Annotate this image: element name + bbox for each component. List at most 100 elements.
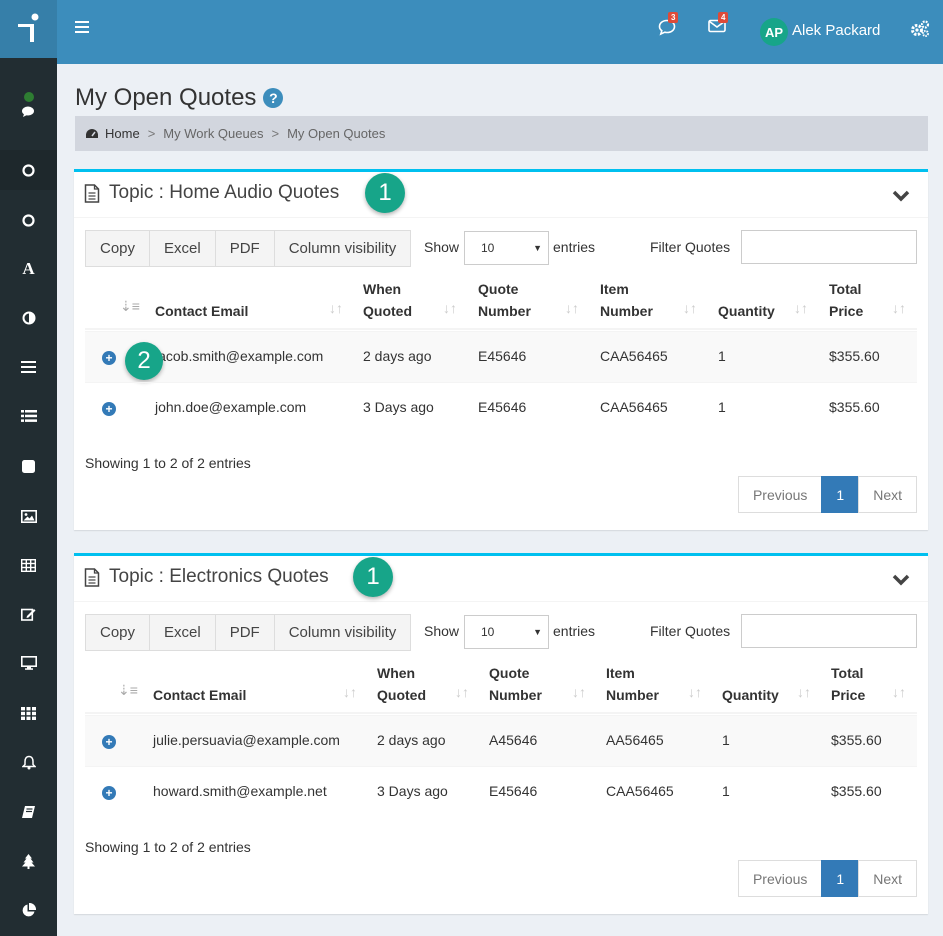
breadcrumb-work-queues-link[interactable]: My Work Queues: [163, 126, 263, 141]
sidebar-item-list[interactable]: [0, 404, 57, 428]
filter-quotes-input[interactable]: [741, 614, 917, 648]
user-name[interactable]: Alek Packard: [792, 22, 880, 39]
sidebar-item-reports[interactable]: [0, 898, 57, 922]
sidebar-item-contrast[interactable]: [0, 306, 57, 330]
mail-button[interactable]: 4: [708, 12, 729, 39]
col-label: Quote: [478, 281, 519, 297]
col-item-number[interactable]: Item Number: [606, 662, 659, 706]
excel-button[interactable]: Excel: [149, 230, 216, 267]
sidebar-item-circle[interactable]: [0, 208, 57, 232]
excel-button[interactable]: Excel: [149, 614, 216, 651]
sidebar-item-font[interactable]: A: [0, 257, 57, 281]
messages-button[interactable]: 3: [658, 12, 679, 39]
copy-button[interactable]: Copy: [85, 614, 151, 651]
sort-icon[interactable]: ↓↑: [443, 300, 457, 316]
help-icon[interactable]: ?: [263, 88, 284, 108]
pdf-button[interactable]: PDF: [214, 230, 275, 267]
chevron-down-icon[interactable]: [892, 574, 910, 586]
sort-icon[interactable]: ↓↑: [565, 300, 579, 316]
page-1-button[interactable]: 1: [821, 860, 860, 897]
sidebar-chat-status[interactable]: [0, 86, 57, 122]
sort-icon[interactable]: ↓↑: [329, 300, 343, 316]
breadcrumb-home-link[interactable]: Home: [105, 126, 140, 141]
col-quantity[interactable]: Quantity: [718, 300, 775, 322]
settings-button[interactable]: [910, 20, 930, 43]
page-1-button[interactable]: 1: [821, 476, 860, 513]
sort-icon[interactable]: ↓↑: [455, 684, 469, 700]
sort-icon[interactable]: ↓↑: [892, 300, 906, 316]
sort-icon[interactable]: ↓↑: [343, 684, 357, 700]
table-row[interactable]: + john.doe@example.com 3 Days ago E45646…: [85, 382, 917, 433]
sidebar-item-desktop[interactable]: [0, 651, 57, 675]
column-visibility-button[interactable]: Column visibility: [273, 230, 412, 267]
filter-quotes-input[interactable]: [741, 230, 917, 264]
bell-icon: [21, 755, 36, 769]
col-total-price[interactable]: Total Price: [831, 662, 865, 706]
previous-page-button[interactable]: Previous: [737, 476, 823, 513]
circle-icon: [22, 163, 35, 177]
previous-page-button[interactable]: Previous: [737, 860, 823, 897]
caret-down-icon: ▼: [533, 627, 542, 637]
quotes-panel-electronics: Topic : Electronics Quotes 1 Copy Excel …: [74, 553, 928, 914]
next-page-button[interactable]: Next: [858, 860, 917, 897]
next-page-button[interactable]: Next: [858, 476, 917, 513]
col-contact-email[interactable]: Contact Email: [153, 684, 246, 706]
sidebar-toggle-button[interactable]: [75, 21, 89, 35]
col-label: Item: [606, 665, 635, 681]
table-row[interactable]: + julie.persuavia@example.com 2 days ago…: [85, 715, 917, 766]
breadcrumb-separator: >: [271, 126, 280, 141]
app-logo[interactable]: [0, 0, 57, 58]
table-row[interactable]: + jacob.smith@example.com 2 days ago E45…: [85, 331, 917, 382]
sidebar-item-square[interactable]: [0, 454, 57, 478]
table-row[interactable]: + howard.smith@example.net 3 Days ago E4…: [85, 766, 917, 817]
sort-icon[interactable]: ↓↑: [683, 300, 697, 316]
step-marker: 1: [365, 173, 405, 213]
breadcrumb-separator: >: [147, 126, 156, 141]
col-total-price[interactable]: Total Price: [829, 278, 863, 322]
col-contact-email[interactable]: Contact Email: [155, 300, 248, 322]
sort-desc-icon[interactable]: ⇣≡: [120, 298, 140, 315]
mail-badge: 4: [718, 12, 729, 23]
expand-row-icon[interactable]: +: [102, 351, 116, 365]
col-label: Quoted: [363, 303, 412, 319]
sidebar-item-tree[interactable]: [0, 849, 57, 873]
pdf-button[interactable]: PDF: [214, 614, 275, 651]
user-avatar[interactable]: AP: [760, 18, 788, 46]
dashboard-icon: [86, 129, 98, 138]
sidebar-item-images[interactable]: [0, 504, 57, 528]
col-when-quoted[interactable]: When Quoted: [363, 278, 412, 322]
cell-quote: A45646: [489, 732, 538, 748]
col-quote-number[interactable]: Quote Number: [478, 278, 531, 322]
expand-row-icon[interactable]: +: [102, 786, 116, 800]
cell-item: CAA56465: [600, 399, 668, 415]
expand-row-icon[interactable]: +: [102, 735, 116, 749]
sidebar-item-circle-active[interactable]: [0, 150, 57, 190]
col-label: Number: [600, 303, 653, 319]
sort-icon[interactable]: ↓↑: [892, 684, 906, 700]
col-item-number[interactable]: Item Number: [600, 278, 653, 322]
document-icon: [84, 567, 100, 587]
page-size-select[interactable]: 10 ▼: [464, 231, 549, 265]
sidebar-item-book[interactable]: [0, 800, 57, 824]
sidebar-item-edit[interactable]: [0, 602, 57, 626]
col-quantity[interactable]: Quantity: [722, 684, 779, 706]
sort-desc-icon[interactable]: ⇣≡: [118, 682, 138, 699]
column-visibility-button[interactable]: Column visibility: [273, 614, 412, 651]
expand-row-icon[interactable]: +: [102, 402, 116, 416]
sidebar-item-table[interactable]: [0, 553, 57, 577]
col-quote-number[interactable]: Quote Number: [489, 662, 542, 706]
sort-icon[interactable]: ↓↑: [688, 684, 702, 700]
sort-icon[interactable]: ↓↑: [794, 300, 808, 316]
page-size-select[interactable]: 10 ▼: [464, 615, 549, 649]
sort-icon[interactable]: ↓↑: [572, 684, 586, 700]
sidebar-item-grid[interactable]: [0, 701, 57, 725]
sidebar-item-menu[interactable]: [0, 355, 57, 379]
sort-icon[interactable]: ↓↑: [797, 684, 811, 700]
col-when-quoted[interactable]: When Quoted: [377, 662, 426, 706]
copy-button[interactable]: Copy: [85, 230, 151, 267]
chevron-down-icon[interactable]: [892, 190, 910, 202]
cell-when: 2 days ago: [377, 732, 446, 748]
sidebar-item-notifications[interactable]: [0, 750, 57, 774]
filter-label: Filter Quotes: [650, 623, 731, 639]
cell-quote: E45646: [478, 348, 527, 364]
